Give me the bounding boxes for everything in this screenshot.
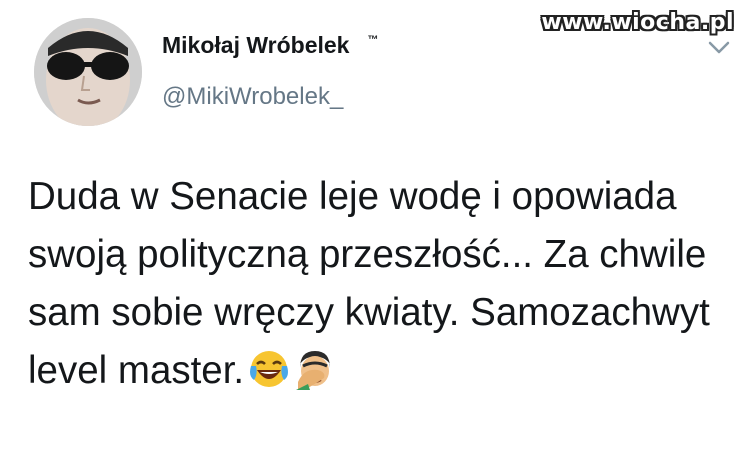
trademark-badge: ™	[367, 34, 379, 46]
face-with-tears-of-joy-icon	[250, 350, 289, 387]
tweet-body: Duda w Senacie leje wodę i opowiada swoj…	[28, 175, 710, 392]
author-name[interactable]: Mikołaj Wróbelek	[162, 32, 349, 59]
avatar-photo	[34, 18, 142, 126]
author-row: Mikołaj Wróbelek ™	[162, 32, 378, 59]
man-facepalming-icon	[296, 350, 331, 390]
author-handle[interactable]: @MikiWrobelek_	[162, 83, 343, 111]
avatar[interactable]	[34, 18, 142, 126]
watermark-logo: www.wiocha.pl	[541, 10, 734, 35]
tweet-text: Duda w Senacie leje wodę i opowiada swoj…	[28, 168, 740, 400]
chevron-down-icon[interactable]	[708, 40, 730, 56]
